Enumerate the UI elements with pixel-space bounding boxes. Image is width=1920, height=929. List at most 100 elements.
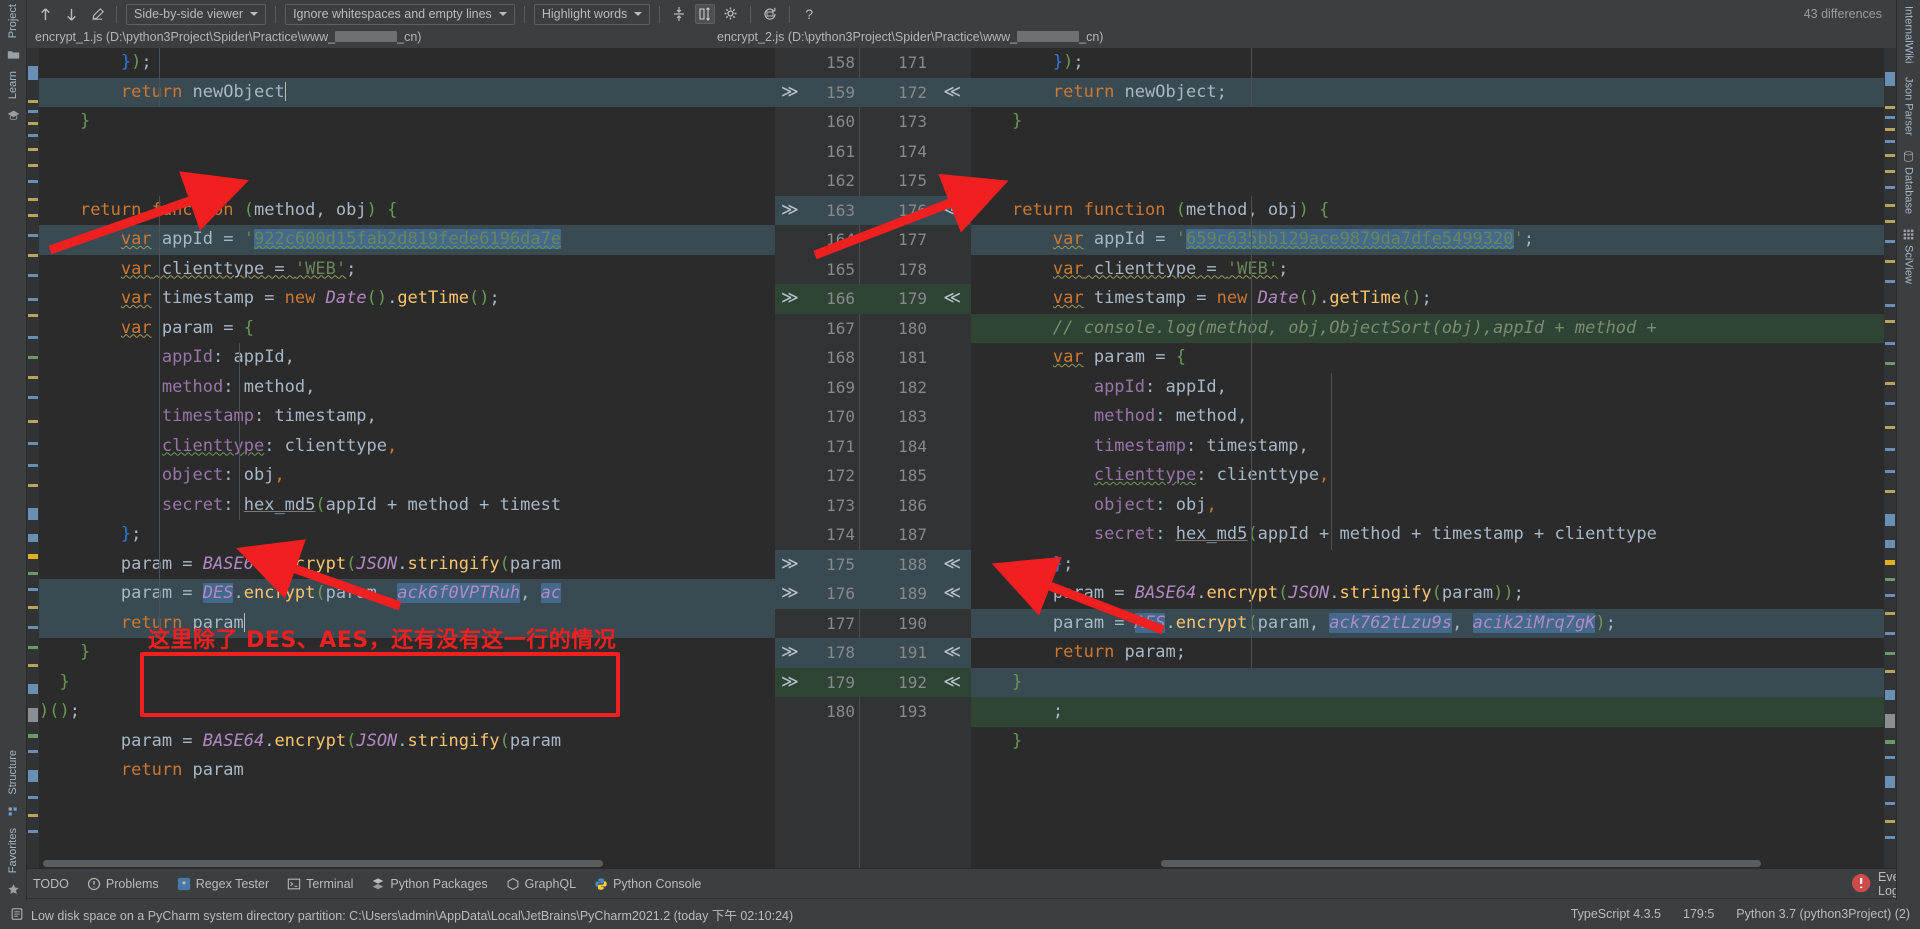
stripe-mark (28, 420, 38, 423)
gutter-row[interactable]: 169182 (775, 373, 971, 403)
sidebar-item-database[interactable]: Database (1902, 150, 1915, 214)
code-line: param = BASE64.encrypt(JSON.stringify(pa… (39, 727, 775, 757)
gutter-row[interactable]: ≫179192≪ (775, 668, 971, 698)
apply-right-icon[interactable]: ≪ (943, 579, 961, 609)
stripe-mark (1885, 540, 1895, 548)
sidebar-item-structure[interactable]: Structure (7, 750, 19, 795)
apply-right-icon[interactable]: ≪ (943, 668, 961, 698)
line-number-right: 190 (898, 609, 927, 639)
gutter-row[interactable]: 168181 (775, 343, 971, 373)
apply-right-icon[interactable]: ≪ (943, 284, 961, 314)
gutter-row[interactable]: ≫178191≪ (775, 638, 971, 668)
apply-left-icon[interactable]: ≫ (781, 638, 799, 668)
left-editor-pane[interactable]: }); return newObject } return function (… (27, 48, 775, 868)
line-number-left: 170 (826, 402, 855, 432)
highlight-mode-dropdown[interactable]: Highlight words (534, 4, 650, 25)
code-line: method: method, (39, 373, 775, 403)
revert-icon[interactable] (760, 4, 780, 24)
gutter-row[interactable]: 160173 (775, 107, 971, 137)
sidebar-item-learn[interactable]: Learn (7, 71, 19, 99)
right-code-scroll[interactable]: }); return newObject; } return function … (971, 48, 1884, 868)
gutter-row[interactable]: 174187 (775, 520, 971, 550)
right-editor-pane[interactable]: }); return newObject; } return function … (971, 48, 1896, 868)
status-interpreter[interactable]: Python 3.7 (python3Project) (2) (1736, 907, 1910, 921)
sidebar-item-internalwiki[interactable]: InternalWiki (1903, 6, 1915, 63)
gutter-row[interactable]: 170183 (775, 402, 971, 432)
apply-left-icon[interactable]: ≫ (781, 550, 799, 580)
stripe-mark (1885, 220, 1895, 223)
tool-window-terminal[interactable]: Terminal (287, 877, 353, 891)
sidebar-item-json-parser[interactable]: Json Parser (1903, 77, 1915, 136)
gutter-row[interactable]: ≫176189≪ (775, 579, 971, 609)
chevron-down-icon (634, 12, 642, 16)
gutter-row[interactable]: 167180 (775, 314, 971, 344)
status-message-group[interactable]: Low disk space on a PyCharm system direc… (10, 905, 793, 924)
right-horizontal-scrollbar[interactable] (971, 859, 1884, 868)
gutter-row[interactable]: 164177 (775, 225, 971, 255)
apply-left-icon[interactable]: ≫ (781, 579, 799, 609)
tool-window-graphql[interactable]: GraphQL (506, 877, 576, 891)
gutter-row[interactable]: 158171 (775, 48, 971, 78)
apply-right-icon[interactable]: ≪ (943, 550, 961, 580)
gutter-row[interactable]: ≫159172≪ (775, 78, 971, 108)
line-number-right: 185 (898, 461, 927, 491)
apply-left-icon[interactable]: ≫ (781, 284, 799, 314)
status-file-type[interactable]: TypeScript 4.3.5 (1571, 907, 1661, 921)
previous-difference-button[interactable] (35, 4, 55, 24)
left-error-stripe[interactable] (27, 48, 39, 868)
gutter-row[interactable]: ≫175188≪ (775, 550, 971, 580)
viewer-mode-dropdown[interactable]: Side-by-side viewer (126, 4, 266, 25)
database-icon (1902, 150, 1915, 163)
gutter-row[interactable]: 165178 (775, 255, 971, 285)
right-error-stripe[interactable] (1884, 48, 1896, 868)
next-difference-button[interactable] (61, 4, 81, 24)
edit-source-button[interactable] (87, 4, 107, 24)
gutter-row[interactable]: ≫163176≪ (775, 196, 971, 226)
gutter-row[interactable]: 162175 (775, 166, 971, 196)
apply-right-icon[interactable]: ≪ (943, 638, 961, 668)
collapse-unchanged-button[interactable] (669, 4, 689, 24)
code-line (39, 137, 775, 167)
highlight-mode-label: Highlight words (542, 7, 627, 21)
sync-scroll-button[interactable] (695, 4, 715, 24)
gutter-row[interactable]: 180193 (775, 697, 971, 727)
todo-label: TODO (33, 877, 69, 891)
stripe-mark (28, 442, 38, 445)
line-number-left: 179 (826, 668, 855, 698)
gutter-row[interactable]: 161174 (775, 137, 971, 167)
stripe-mark (28, 750, 38, 753)
tool-window-regex-tester[interactable]: * Regex Tester (177, 877, 269, 891)
code-line: var appId = '922c600d15fab2d819fede6196d… (39, 225, 775, 255)
code-line: var clienttype = 'WEB'; (971, 255, 1884, 285)
apply-left-icon[interactable]: ≫ (781, 78, 799, 108)
gutter-row[interactable]: 172185 (775, 461, 971, 491)
sidebar-item-favorites[interactable]: Favorites (7, 828, 19, 873)
help-icon[interactable]: ? (799, 4, 819, 24)
tool-window-problems[interactable]: Problems (87, 877, 159, 891)
left-horizontal-scrollbar[interactable] (39, 859, 775, 868)
stripe-mark (1885, 362, 1895, 365)
regex-icon: * (177, 877, 191, 891)
apply-right-icon[interactable]: ≪ (943, 78, 961, 108)
gutter-row[interactable]: 177190 (775, 609, 971, 639)
gear-icon[interactable] (721, 4, 741, 24)
tool-window-python-packages[interactable]: Python Packages (371, 877, 487, 891)
whitespace-mode-dropdown[interactable]: Ignore whitespaces and empty lines (285, 4, 515, 25)
status-caret-position[interactable]: 179:5 (1683, 907, 1714, 921)
gutter-row[interactable]: 173186 (775, 491, 971, 521)
sidebar-item-project[interactable]: Project (7, 4, 19, 38)
apply-left-icon[interactable]: ≫ (781, 668, 799, 698)
line-number-left: 168 (826, 343, 855, 373)
warning-circle-icon (87, 877, 101, 891)
stripe-mark (28, 708, 38, 722)
tool-window-python-console[interactable]: Python Console (594, 877, 701, 891)
left-code-scroll[interactable]: }); return newObject } return function (… (39, 48, 775, 868)
apply-right-icon[interactable]: ≪ (943, 196, 961, 226)
right-tool-rail: InternalWiki Json Parser Database SciVie… (1896, 0, 1920, 900)
gutter-row[interactable]: ≫166179≪ (775, 284, 971, 314)
gutter-row[interactable]: 171184 (775, 432, 971, 462)
diff-editor-area: }); return newObject } return function (… (27, 48, 1896, 868)
apply-left-icon[interactable]: ≫ (781, 196, 799, 226)
stripe-mark (1885, 240, 1895, 243)
sidebar-item-sciview[interactable]: SciView (1902, 228, 1915, 284)
